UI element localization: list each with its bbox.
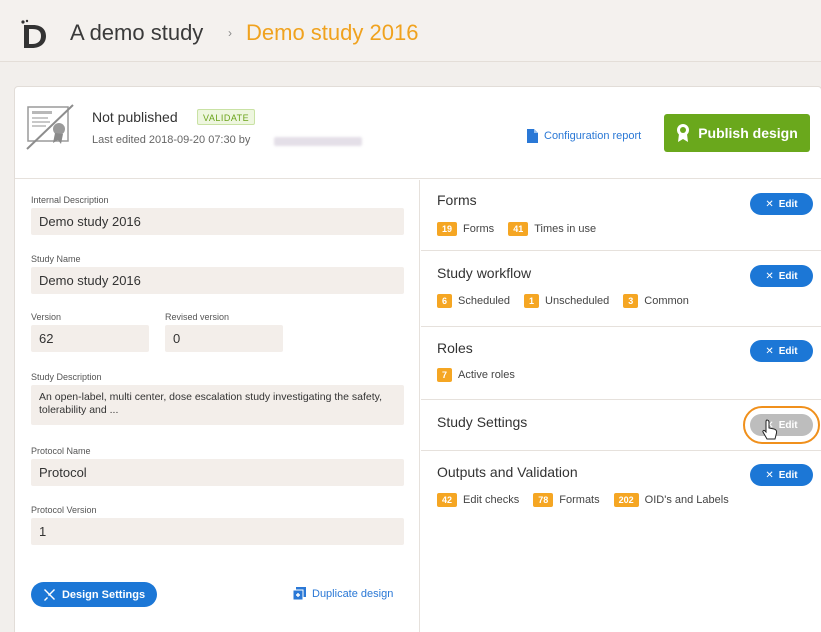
duplicate-icon (293, 587, 306, 600)
stat-count: 3 (623, 294, 639, 308)
stat-label: Forms (463, 223, 495, 235)
duplicate-design-label: Duplicate design (312, 587, 394, 600)
revised-version-label: Revised version (165, 312, 230, 322)
stat-count: 78 (533, 493, 554, 507)
stat-label: OID's and Labels (644, 494, 729, 506)
status-bar: Not published VALIDATE Last edited 2018-… (15, 87, 821, 179)
study-name-field[interactable]: Demo study 2016 (31, 267, 404, 294)
protocol-name-field[interactable]: Protocol (31, 459, 404, 486)
stat-label: Unscheduled (545, 295, 610, 307)
revised-version-field[interactable]: 0 (165, 325, 283, 352)
settings-edit-button[interactable]: ✕ Edit (750, 414, 813, 436)
configuration-report-label: Configuration report (544, 130, 642, 142)
roles-section: Roles ✕ Edit 7 Active roles (421, 328, 821, 400)
protocol-name-label: Protocol Name (31, 446, 91, 456)
study-description-label: Study Description (31, 372, 102, 382)
forms-title: Forms (437, 192, 477, 208)
roles-title: Roles (437, 340, 473, 356)
internal-description-label: Internal Description (31, 195, 109, 205)
outputs-stats: 42 Edit checks 78 Formats 202 OID's and Lab… (437, 493, 737, 507)
workflow-stats: 6 Scheduled 1 Unscheduled 3 Common (437, 294, 697, 308)
tools-icon: ✕ (765, 270, 774, 282)
viedoc-logo[interactable] (18, 18, 50, 50)
editor-name-redacted (274, 137, 362, 146)
workflow-section: Study workflow ✕ Edit 6 Scheduled 1 Unsched… (421, 252, 821, 327)
certificate-icon (26, 104, 74, 150)
roles-stats: 7 Active roles (437, 368, 523, 382)
stat-label: Formats (559, 494, 600, 506)
forms-section: Forms ✕ Edit 19 Forms 41 Times in use (421, 180, 821, 251)
edit-label: Edit (778, 270, 798, 282)
app-header: A demo study › Demo study 2016 (0, 0, 821, 62)
breadcrumb-current: Demo study 2016 (246, 20, 419, 45)
forms-stats: 19 Forms 41 Times in use (437, 222, 604, 236)
stat-label: Times in use (534, 223, 597, 235)
protocol-version-label: Protocol Version (31, 505, 97, 515)
workflow-edit-button[interactable]: ✕ Edit (750, 265, 813, 287)
stat-count: 6 (437, 294, 453, 308)
last-edited-text: Last edited 2018-09-20 07:30 by (92, 134, 251, 146)
tools-icon: ✕ (765, 469, 774, 481)
edit-label: Edit (778, 419, 798, 431)
forms-edit-button[interactable]: ✕ Edit (750, 193, 813, 215)
document-icon (527, 129, 538, 143)
duplicate-design-link[interactable]: Duplicate design (293, 587, 393, 600)
stat-label: Scheduled (458, 295, 511, 307)
design-panel: Not published VALIDATE Last edited 2018-… (14, 86, 821, 632)
publish-design-button[interactable]: Publish design (664, 114, 810, 152)
edit-label: Edit (778, 198, 798, 210)
award-ribbon-icon (677, 124, 690, 142)
stat-label: Active roles (458, 369, 515, 381)
configuration-report-link[interactable]: Configuration report (527, 129, 641, 143)
publish-status: Not published (92, 109, 178, 125)
publish-design-label: Publish design (698, 125, 798, 141)
tools-icon: ✕ (765, 345, 774, 357)
hand-cursor (762, 419, 778, 440)
design-settings-label: Design Settings (61, 588, 146, 601)
tools-icon: ✕ (765, 198, 774, 210)
roles-edit-button[interactable]: ✕ Edit (750, 340, 813, 362)
version-label: Version (31, 312, 62, 322)
stat-count: 19 (437, 222, 458, 236)
workflow-title: Study workflow (437, 265, 532, 281)
design-settings-button[interactable]: Design Settings (31, 582, 157, 607)
version-field[interactable]: 62 (31, 325, 149, 352)
study-name-label: Study Name (31, 254, 81, 264)
stat-label: Edit checks (463, 494, 520, 506)
stat-count: 42 (437, 493, 458, 507)
edit-label: Edit (778, 469, 798, 481)
protocol-version-field[interactable]: 1 (31, 518, 404, 545)
tools-icon (43, 589, 55, 601)
outputs-edit-button[interactable]: ✕ Edit (750, 464, 813, 486)
internal-description-field[interactable]: Demo study 2016 (31, 208, 404, 235)
breadcrumb-separator: › (228, 26, 232, 40)
outputs-title: Outputs and Validation (437, 464, 578, 480)
stat-label: Common (644, 295, 689, 307)
stat-count: 7 (437, 368, 453, 382)
validate-button[interactable]: VALIDATE (197, 109, 256, 125)
study-details: Internal Description Demo study 2016 Stu… (15, 180, 420, 632)
stat-count: 1 (524, 294, 540, 308)
settings-title: Study Settings (437, 414, 528, 430)
study-description-field[interactable]: An open-label, multi center, dose escala… (31, 385, 404, 425)
settings-section: Study Settings ✕ Edit (421, 401, 821, 451)
outputs-section: Outputs and Validation ✕ Edit 42 Edit chec… (421, 452, 821, 527)
stat-count: 41 (508, 222, 529, 236)
breadcrumb-root[interactable]: A demo study (70, 20, 203, 46)
stat-count: 202 (613, 493, 639, 507)
edit-label: Edit (778, 345, 798, 357)
